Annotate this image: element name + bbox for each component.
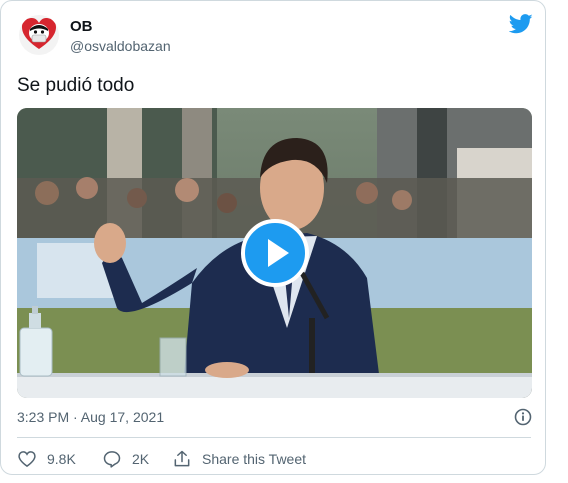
tweet-text: Se pudió todo [17,75,135,96]
like-button[interactable]: 9.8K [17,447,76,471]
tweet-timestamp[interactable]: 3:23 PM · Aug 17, 2021 [17,409,164,425]
avatar[interactable] [19,15,59,55]
share-button[interactable]: Share this Tweet [172,447,306,471]
like-count: 9.8K [47,451,76,467]
info-icon[interactable] [513,407,533,427]
share-icon [174,450,190,467]
twitter-bird-icon[interactable] [508,14,533,34]
heart-icon [18,451,36,468]
reply-bubble-icon [103,451,121,468]
reply-count: 2K [132,451,150,467]
author-name[interactable]: OB [70,18,93,35]
video-player[interactable] [17,108,532,398]
play-icon [268,239,289,267]
play-button[interactable] [241,219,309,287]
divider [17,437,531,438]
tweet-card: OB @osvaldobazan Se pudió todo 3:23 PM ·… [0,0,546,475]
share-label: Share this Tweet [202,451,307,467]
author-handle[interactable]: @osvaldobazan [70,38,171,54]
reply-button[interactable]: 2K [102,447,149,471]
